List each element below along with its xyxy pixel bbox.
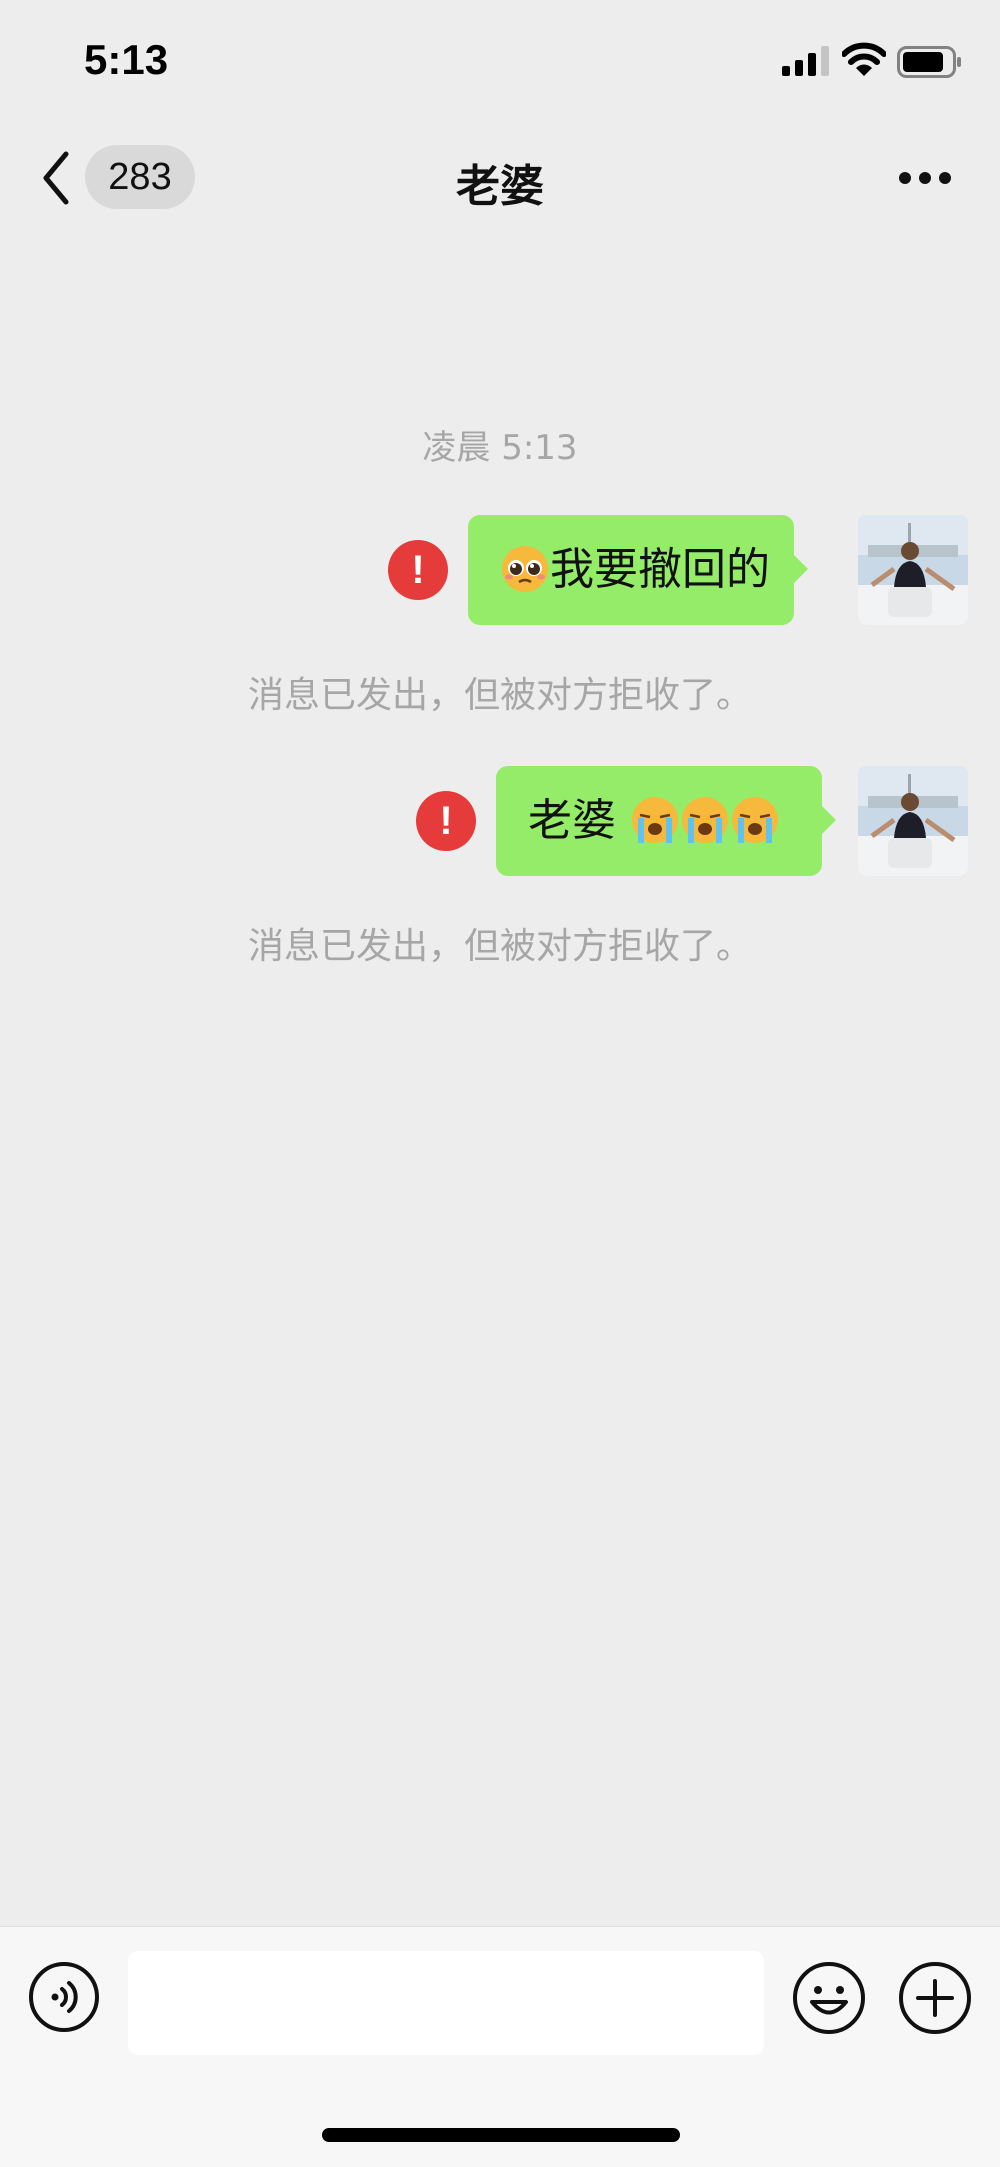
pleading-face-emoji-icon — [502, 546, 548, 592]
send-failed-icon[interactable]: ! — [388, 540, 448, 600]
more-options-icon[interactable] — [898, 168, 952, 188]
loudly-crying-face-emoji-icon — [732, 797, 778, 843]
bubble-tail — [820, 804, 836, 836]
avatar-photo-icon — [858, 515, 968, 625]
message-timestamp: 凌晨 5:13 — [422, 428, 578, 468]
my-avatar[interactable] — [858, 515, 968, 625]
cellular-signal-icon — [782, 46, 829, 76]
battery-icon — [897, 46, 961, 78]
rejected-notice: 消息已发出，但被对方拒收了。 — [247, 926, 752, 967]
message-row: ! 老婆 — [416, 766, 968, 876]
my-avatar[interactable] — [858, 766, 968, 876]
chat-title: 老婆 — [456, 161, 544, 212]
status-bar: 5:13 — [0, 0, 1000, 120]
more-functions-plus-icon[interactable] — [898, 1961, 972, 2035]
message-text: 我要撤回的 — [550, 544, 770, 595]
send-failed-icon[interactable]: ! — [416, 791, 476, 851]
loudly-crying-face-emoji-icon — [682, 797, 728, 843]
voice-input-icon[interactable] — [28, 1961, 100, 2033]
avatar-photo-icon — [858, 766, 968, 876]
message-row: ! 我要撤回的 — [388, 515, 968, 625]
rejected-notice: 消息已发出，但被对方拒收了。 — [247, 675, 752, 716]
emoji-picker-icon[interactable] — [792, 1961, 866, 2035]
message-input[interactable] — [128, 1951, 764, 2055]
chat-header: 283 老婆 — [0, 130, 1000, 222]
message-bubble[interactable]: 我要撤回的 — [468, 515, 808, 625]
message-text: 老婆 — [528, 795, 616, 846]
bubble-tail — [792, 553, 808, 585]
loudly-crying-face-emoji-icon — [632, 797, 678, 843]
wifi-icon — [842, 42, 886, 76]
home-indicator-bar — [322, 2128, 680, 2142]
status-time: 5:13 — [84, 36, 169, 83]
message-bubble[interactable]: 老婆 — [496, 766, 836, 876]
